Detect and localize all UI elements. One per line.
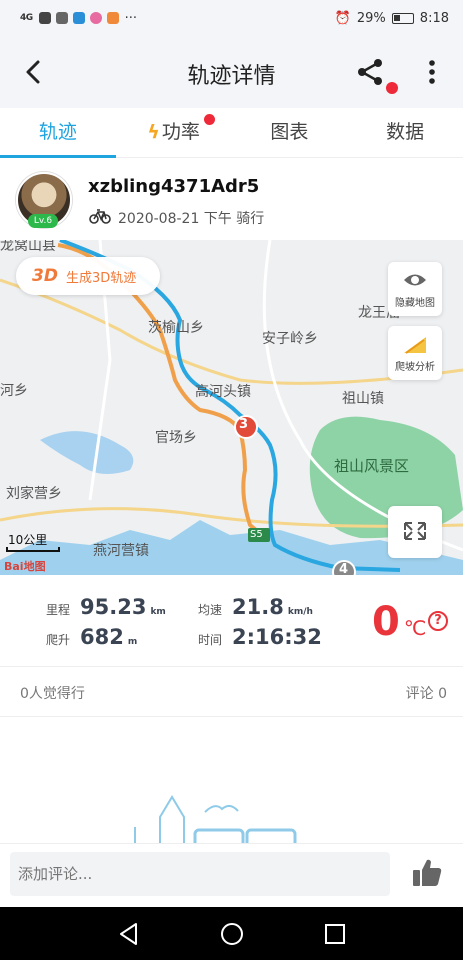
empty-comments-area	[0, 717, 463, 847]
tab-track[interactable]: 轨迹	[0, 108, 116, 158]
notification-icons	[38, 12, 119, 24]
temperature: 0 ℃	[372, 599, 426, 645]
tab-power[interactable]: ϟ 功率	[116, 108, 232, 157]
generate-3d-label: 生成3D轨迹	[65, 270, 137, 286]
map-scale-bar	[6, 547, 60, 552]
place-label: 祖山镇	[342, 391, 384, 407]
tab-label: 轨迹	[38, 121, 77, 143]
ride-stats: 里程 95.23 km 均速 21.8 km/h 爬升 682 m 时间 2:1…	[0, 575, 463, 667]
more-notifications: ···	[124, 10, 138, 26]
ride-meta: 2020-08-21 下午 骑行	[118, 211, 265, 227]
stat-value: 21.8	[232, 595, 284, 619]
place-label: 河乡	[0, 383, 28, 399]
app-header: 轨迹详情	[0, 36, 463, 108]
comments-count[interactable]: 评论 0	[406, 683, 447, 703]
route-map[interactable]: 3 4 S5 龙王庙 茨榆山乡 安子岭乡 河乡 高河头镇 祖山镇 官场乡 祖山风…	[0, 240, 463, 575]
stat-unit: km/h	[287, 607, 313, 617]
tab-charts[interactable]: 图表	[232, 108, 348, 157]
clock: 8:18	[419, 10, 449, 26]
climb-analysis-button[interactable]: 爬坡分析	[388, 326, 442, 380]
map-scale-label: 10公里	[8, 533, 48, 547]
baidu-logo: Bai地图	[4, 560, 46, 573]
place-label: 茨榆山乡	[148, 320, 204, 336]
tab-data[interactable]: 数据	[347, 108, 463, 157]
climb-label: 爬坡分析	[395, 362, 435, 373]
share-notification-dot	[386, 82, 398, 94]
eye-icon	[404, 274, 426, 286]
comment-input[interactable]	[10, 852, 390, 896]
status-bar: 4G ··· ⏰ 29% 8:18	[0, 0, 463, 36]
stat-value: 2:16:32	[232, 625, 322, 649]
empty-illustration	[134, 795, 297, 847]
stat-distance: 里程 95.23 km	[46, 595, 166, 619]
username[interactable]: xzbling4371Adr5	[88, 176, 259, 197]
tab-label: 图表	[270, 121, 309, 143]
stat-unit: km	[150, 607, 166, 617]
app-icon	[55, 12, 68, 24]
place-label: 刘家营乡	[6, 486, 62, 502]
stat-label: 里程	[46, 603, 71, 617]
place-label: 高河头镇	[195, 384, 251, 400]
hide-map-label: 隐藏地图	[395, 298, 435, 309]
likes-row: 0人觉得行 评论 0	[0, 667, 463, 717]
temperature-unit: ℃	[403, 616, 427, 640]
nav-recents-icon[interactable]	[322, 921, 348, 947]
app-icon	[106, 12, 119, 24]
nav-home-icon[interactable]	[219, 921, 245, 947]
3d-label: 3D	[32, 266, 58, 286]
help-icon[interactable]: ?	[428, 611, 448, 631]
place-label: 官场乡	[155, 430, 197, 446]
thumbs-up-icon[interactable]	[410, 856, 444, 890]
notification-dot	[203, 114, 215, 125]
battery-percent: 29%	[356, 10, 386, 26]
bicycle-icon	[89, 209, 111, 224]
place-label: 龙窝山县	[0, 240, 56, 254]
comment-bar	[0, 843, 463, 907]
app-icon	[72, 12, 85, 24]
stat-label: 爬升	[46, 633, 71, 647]
expand-icon	[404, 522, 426, 540]
lightning-icon: ϟ	[147, 121, 160, 143]
app-icon	[89, 12, 102, 24]
alarm-icon: ⏰	[334, 10, 351, 26]
stat-value: 682	[80, 625, 124, 649]
stat-speed: 均速 21.8 km/h	[198, 595, 313, 619]
tab-bar: 轨迹 ϟ 功率 图表 数据	[0, 108, 463, 158]
share-icon[interactable]	[354, 56, 386, 88]
stat-unit: m	[127, 637, 138, 647]
battery-icon	[391, 12, 414, 24]
app-icon	[38, 12, 51, 24]
hide-map-button[interactable]: 隐藏地图	[388, 262, 442, 316]
level-badge: Lv.6	[28, 214, 58, 228]
user-info: Lv.6 xzbling4371Adr5 2020-08-21 下午 骑行	[0, 158, 463, 240]
place-label: 燕河营镇	[93, 543, 149, 559]
more-options-icon[interactable]	[420, 58, 444, 86]
likes-count[interactable]: 0人觉得行	[20, 683, 85, 703]
marker-number: 4	[339, 562, 349, 575]
generate-3d-track-button[interactable]: 3D 生成3D轨迹	[16, 257, 160, 295]
nav-back-icon[interactable]	[116, 921, 142, 947]
stat-label: 时间	[198, 633, 223, 647]
tab-label: 功率	[161, 121, 200, 143]
marker-number: 3	[239, 417, 249, 432]
road-sign-label: S5	[250, 529, 263, 540]
fullscreen-button[interactable]	[388, 506, 442, 558]
signal-icon: 4G	[20, 13, 33, 23]
temperature-value: 0	[372, 599, 400, 645]
tab-label: 数据	[386, 121, 425, 143]
stat-value: 95.23	[80, 595, 147, 619]
slope-icon	[404, 337, 426, 354]
stat-time: 时间 2:16:32	[198, 625, 322, 649]
place-label: 安子岭乡	[262, 331, 318, 347]
place-label: 祖山风景区	[334, 457, 410, 475]
stat-label: 均速	[198, 603, 223, 617]
stat-climb: 爬升 682 m	[46, 625, 137, 649]
system-nav-bar	[0, 907, 463, 960]
